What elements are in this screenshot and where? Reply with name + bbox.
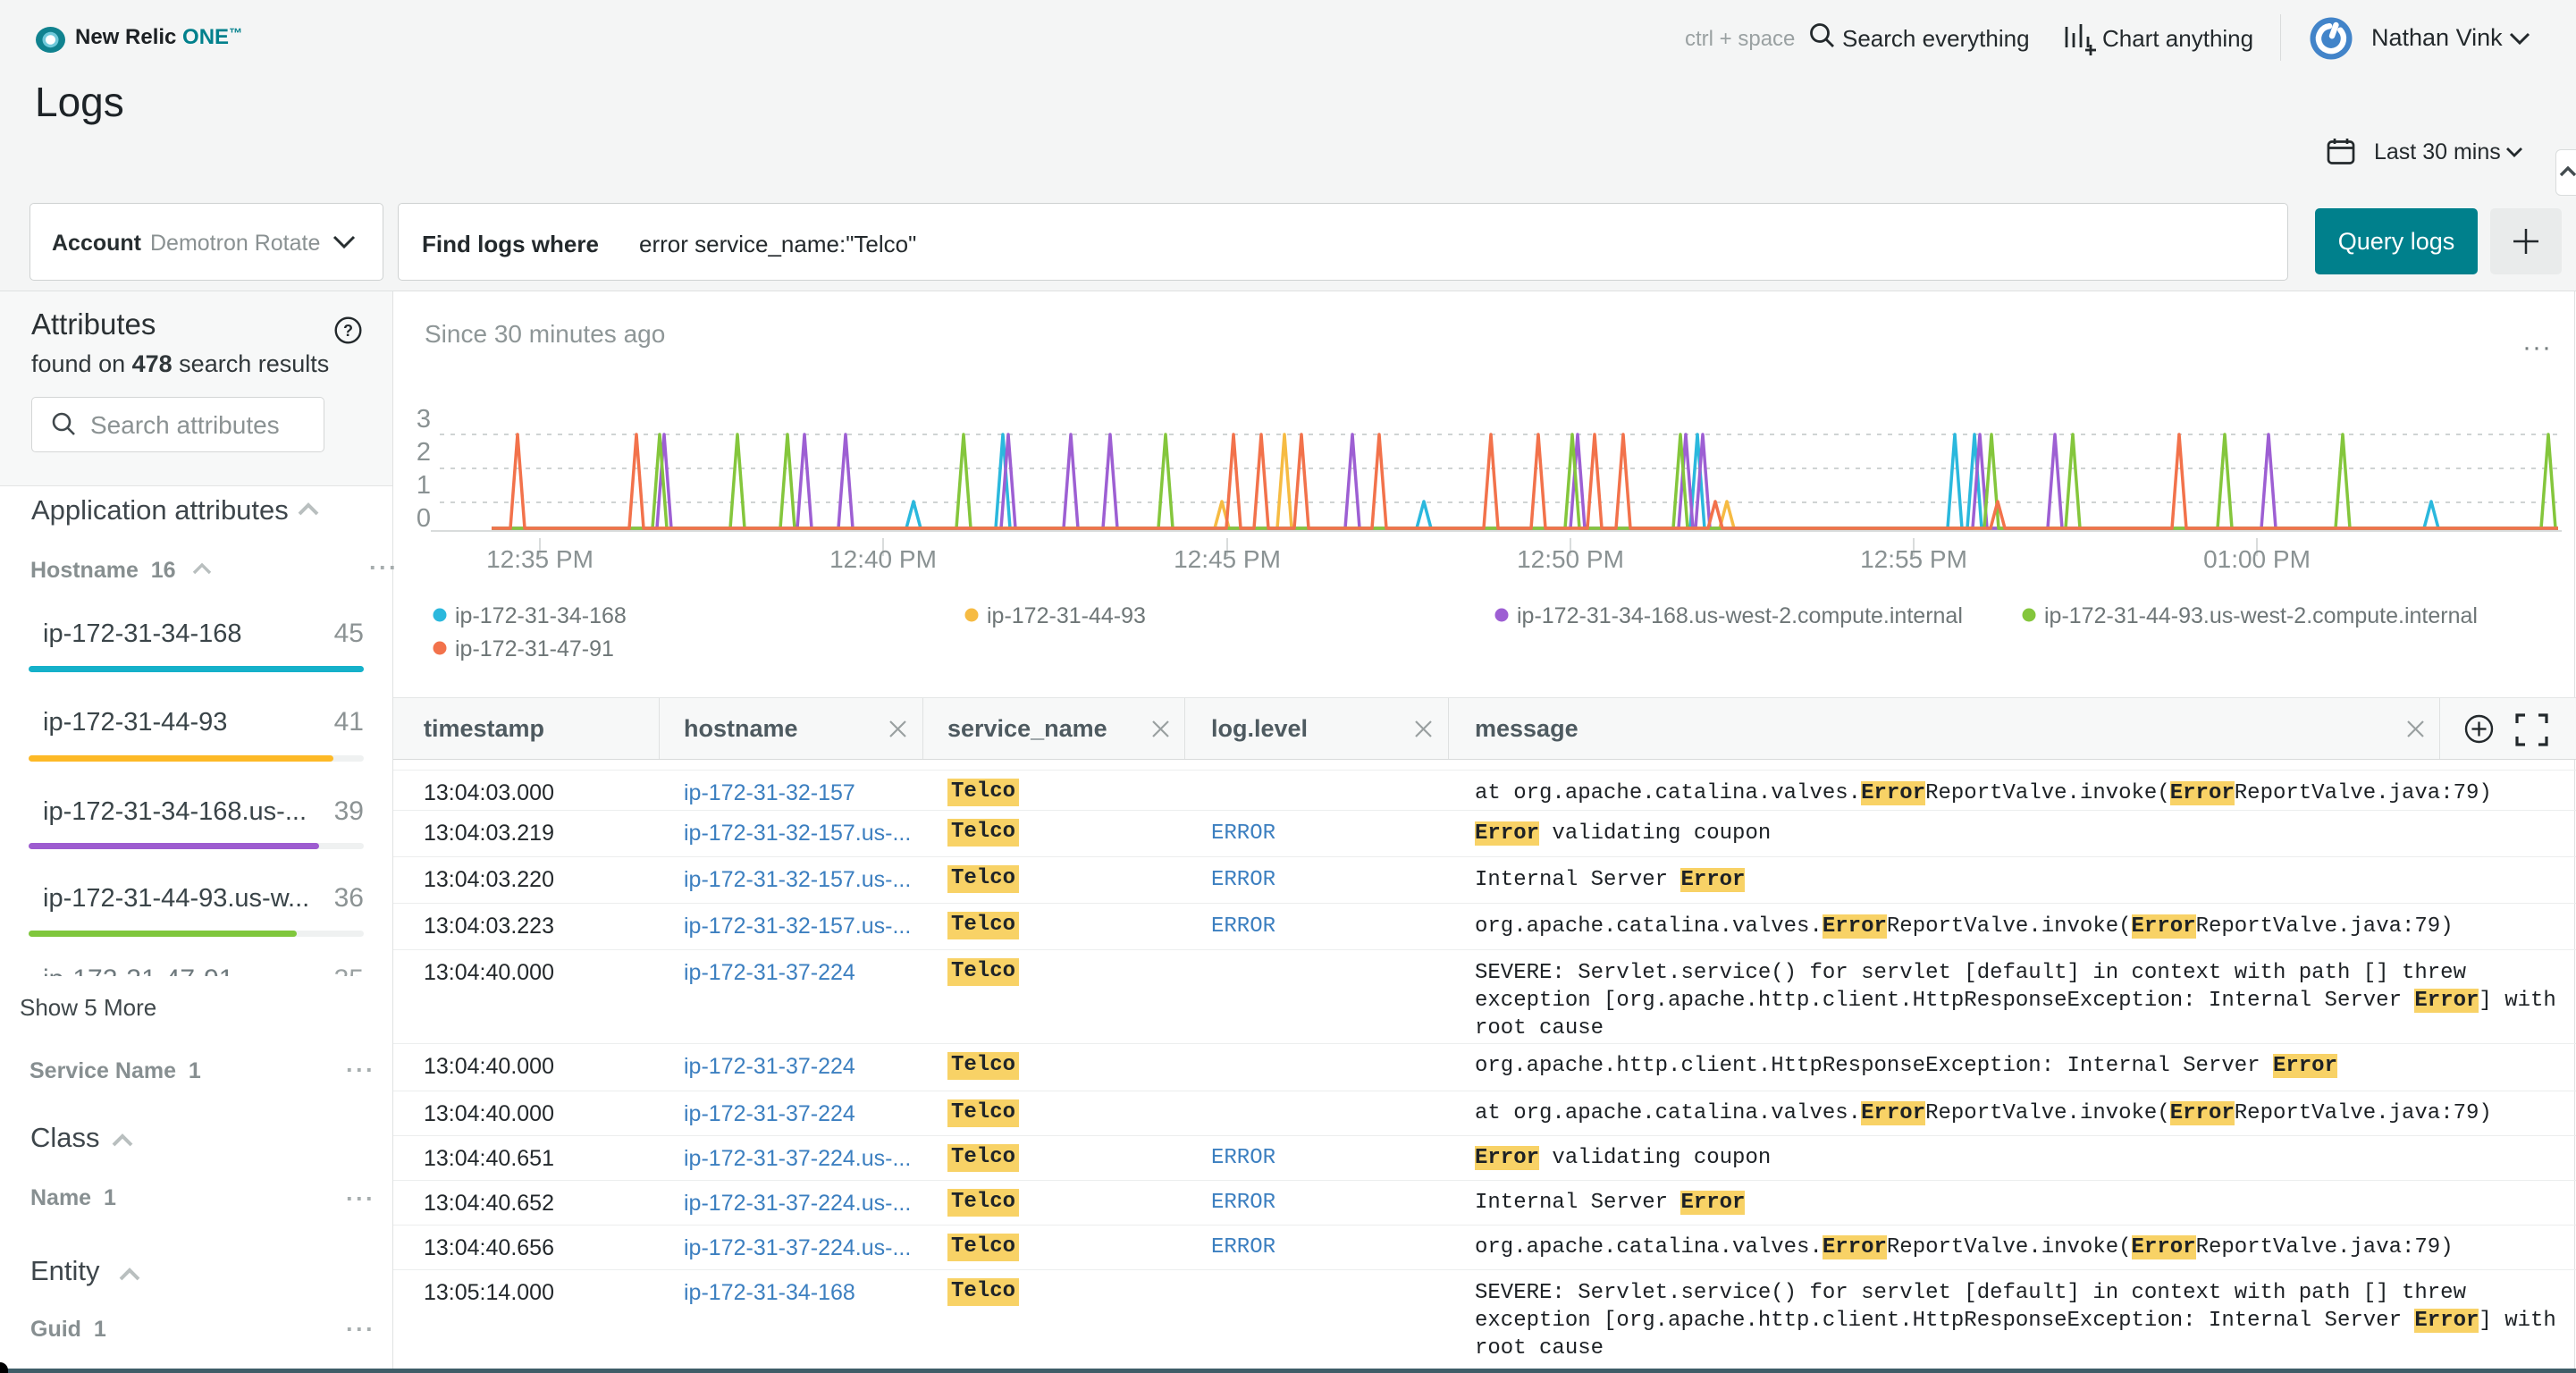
svg-text:12:40 PM: 12:40 PM (829, 545, 937, 573)
svg-text:1: 1 (417, 471, 431, 500)
svg-text:12:50 PM: 12:50 PM (1517, 545, 1624, 573)
svg-text:ip-172-31-47-91: ip-172-31-47-91 (455, 636, 614, 661)
svg-text:ip-172-31-34-168.us-west-2.com: ip-172-31-34-168.us-west-2.compute.inter… (1517, 603, 1963, 628)
svg-text:12:45 PM: 12:45 PM (1174, 545, 1281, 573)
svg-text:12:35 PM: 12:35 PM (486, 545, 593, 573)
svg-text:12:55 PM: 12:55 PM (1860, 545, 1967, 573)
svg-text:0: 0 (417, 504, 431, 533)
svg-text:ip-172-31-44-93.us-west-2.comp: ip-172-31-44-93.us-west-2.compute.intern… (2044, 603, 2478, 628)
svg-text:3: 3 (417, 405, 431, 434)
svg-text:01:00 PM: 01:00 PM (2203, 545, 2311, 573)
svg-text:ip-172-31-34-168: ip-172-31-34-168 (455, 603, 627, 628)
svg-text:2: 2 (417, 438, 431, 467)
svg-text:ip-172-31-44-93: ip-172-31-44-93 (987, 603, 1146, 628)
